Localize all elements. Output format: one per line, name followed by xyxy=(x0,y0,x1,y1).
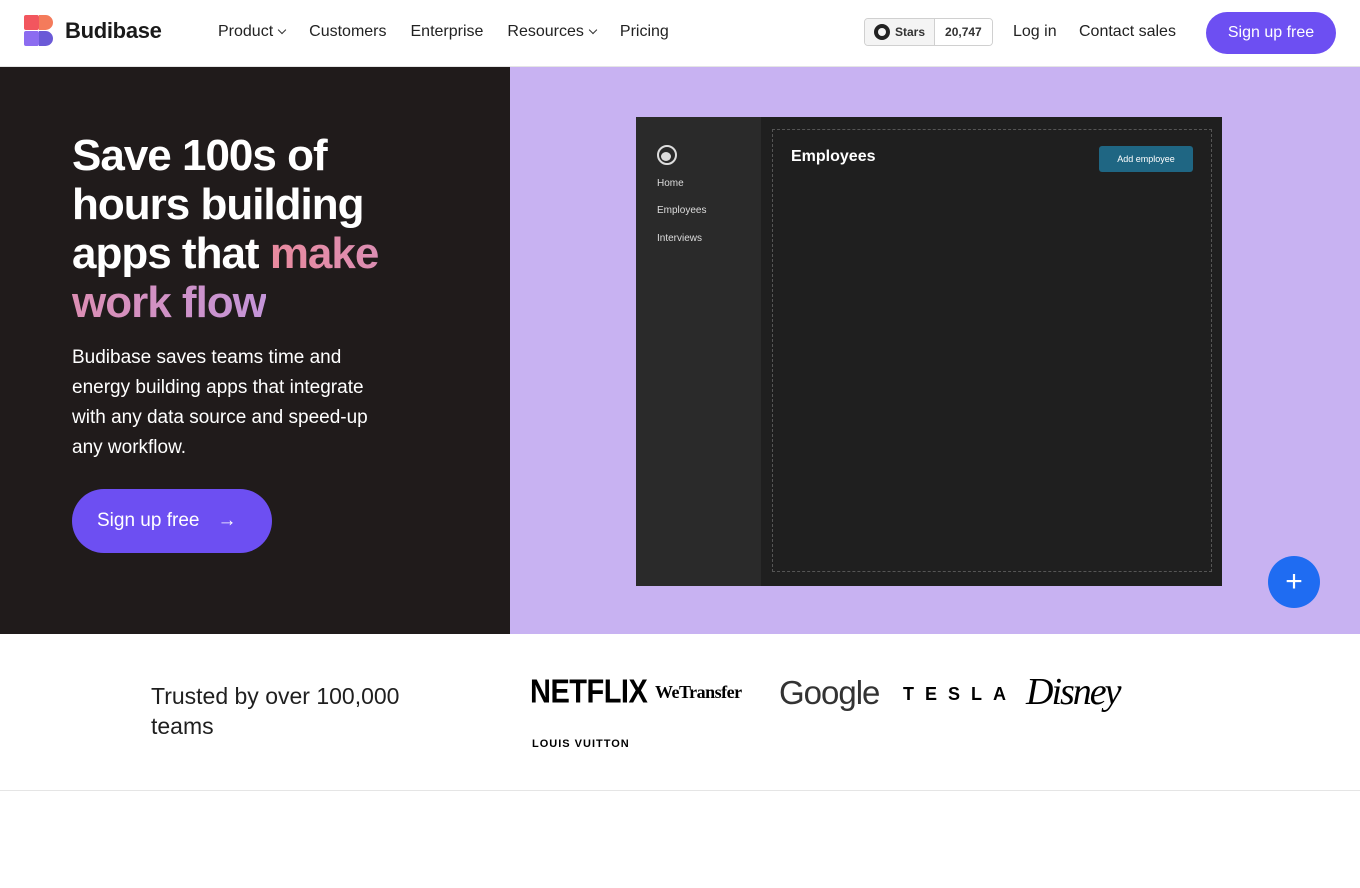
arrow-right-icon: → xyxy=(217,510,237,531)
app-preview-window: Home Employees Interviews Employees Add … xyxy=(636,117,1222,586)
login-link[interactable]: Log in xyxy=(1013,23,1057,41)
github-stars-label: Stars xyxy=(895,25,926,39)
add-employee-button[interactable]: Add employee xyxy=(1099,146,1193,172)
app-preview-title: Employees xyxy=(791,148,876,165)
hero-title: Save 100s of hours building apps that ma… xyxy=(72,131,412,327)
chevron-down-icon xyxy=(277,25,287,35)
menu-item-label: Customers xyxy=(309,23,387,40)
app-preview-sidebar: Home Employees Interviews xyxy=(636,117,761,586)
signup-button-hero[interactable]: Sign up free → xyxy=(72,489,272,553)
brand-logo[interactable]: Budibase xyxy=(24,15,162,47)
app-nav-employees[interactable]: Employees xyxy=(657,205,706,216)
signup-button-nav[interactable]: Sign up free xyxy=(1206,12,1336,54)
app-logo-icon xyxy=(657,145,677,165)
plus-icon[interactable]: + xyxy=(1268,556,1320,608)
netflix-logo: NETFLIX xyxy=(530,673,648,711)
app-preview-canvas: Employees Add employee xyxy=(772,129,1212,572)
github-icon xyxy=(874,24,890,40)
menu-item-customers[interactable]: Customers xyxy=(309,23,386,41)
brand-name: Budibase xyxy=(65,18,162,43)
github-stars-button[interactable]: Stars 20,747 xyxy=(864,18,993,46)
github-stars-count: 20,747 xyxy=(935,19,992,45)
trusted-by-text: Trusted by over 100,000 teams xyxy=(151,683,400,739)
wetransfer-logo: WeTransfer xyxy=(655,682,742,702)
hero-preview: Home Employees Interviews Employees Add … xyxy=(510,67,1360,634)
menu-item-label: Product xyxy=(218,23,274,40)
menu-item-label: Resources xyxy=(507,23,584,40)
google-logo: Google xyxy=(779,674,880,711)
github-stars-label-group: Stars xyxy=(865,19,936,45)
menu-item-label: Enterprise xyxy=(410,23,484,40)
app-nav-interviews[interactable]: Interviews xyxy=(657,233,702,244)
menu-item-product[interactable]: Product xyxy=(218,23,287,41)
signup-button-label: Sign up free xyxy=(97,510,200,531)
menu-item-label: Pricing xyxy=(619,23,669,40)
main-menu: Product Customers Enterprise Resources P… xyxy=(218,23,693,41)
menu-item-pricing[interactable]: Pricing xyxy=(620,23,669,41)
hero-subtitle: Budibase saves teams time and energy bui… xyxy=(72,347,368,458)
trusted-by-section: Trusted by over 100,000 teams NETFLIX We… xyxy=(0,634,1360,791)
chevron-down-icon xyxy=(588,25,598,35)
top-nav: Budibase Product Customers Enterprise Re… xyxy=(0,0,1360,67)
hero-section: Save 100s of hours building apps that ma… xyxy=(0,67,510,634)
app-nav-home[interactable]: Home xyxy=(657,178,684,189)
tesla-logo: TESLA xyxy=(903,684,1018,704)
contact-sales-link[interactable]: Contact sales xyxy=(1079,23,1176,41)
menu-item-resources[interactable]: Resources xyxy=(507,23,598,41)
menu-item-enterprise[interactable]: Enterprise xyxy=(411,23,484,41)
disney-logo: Disney xyxy=(1026,671,1122,713)
louis-vuitton-logo: LOUIS VUITTON xyxy=(532,738,630,750)
budibase-logo-icon xyxy=(24,15,56,47)
